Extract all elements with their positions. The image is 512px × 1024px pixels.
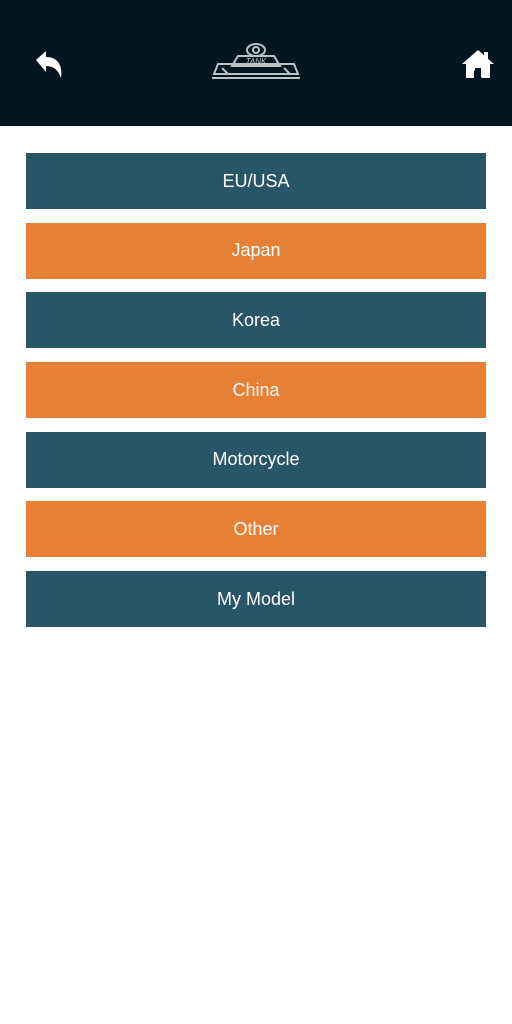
back-button[interactable] <box>30 46 70 86</box>
menu-item-other[interactable]: Other <box>26 501 486 558</box>
menu-item-my-model[interactable]: My Model <box>26 571 486 628</box>
app-header: TANK <box>0 0 512 126</box>
menu-item-japan[interactable]: Japan <box>26 222 486 279</box>
menu-item-eu-usa[interactable]: EU/USA <box>26 153 486 209</box>
home-icon <box>462 50 494 78</box>
svg-text:TANK: TANK <box>246 57 267 66</box>
back-arrow-icon <box>36 51 62 78</box>
category-menu: EU/USA Japan Korea China Motorcycle Othe… <box>26 153 486 641</box>
tank-logo: TANK <box>208 40 304 84</box>
home-button[interactable] <box>458 46 498 82</box>
menu-item-china[interactable]: China <box>26 362 486 419</box>
menu-item-korea[interactable]: Korea <box>26 292 486 349</box>
menu-item-motorcycle[interactable]: Motorcycle <box>26 431 486 488</box>
